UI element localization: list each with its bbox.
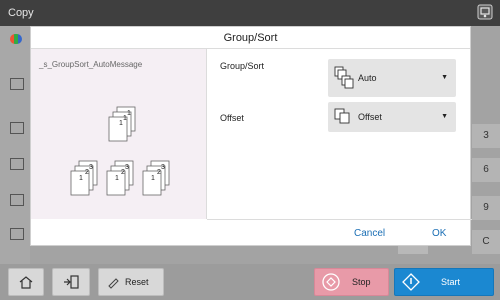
paper-icon[interactable]: [10, 78, 24, 90]
set-page-label: 2: [157, 169, 161, 176]
set-page-label: 3: [125, 164, 129, 171]
set-page-label: 3: [89, 164, 93, 171]
stack-page-label: 1: [123, 115, 127, 122]
group-sort-icon: [334, 66, 354, 89]
chevron-down-icon: ▼: [441, 113, 448, 120]
start-label: Start: [441, 277, 461, 287]
preview-panel: _s_GroupSort_AutoMessage 1 1 1 3 2 1 3 2…: [31, 49, 207, 219]
offset-dropdown[interactable]: Offset ▼: [328, 102, 456, 132]
group-sort-shortcut-icon[interactable]: [10, 228, 24, 240]
user-logout-button[interactable]: [52, 268, 90, 296]
set-page-label: 2: [121, 169, 125, 176]
stop-button[interactable]: Stop: [314, 268, 389, 296]
ok-button[interactable]: OK: [432, 228, 446, 239]
stop-icon: [322, 273, 340, 291]
group-sort-dialog: Group/Sort _s_GroupSort_AutoMessage 1 1 …: [30, 26, 472, 247]
start-icon: [402, 273, 420, 291]
set-page-label: 1: [79, 175, 83, 182]
title-bar: Copy: [0, 0, 500, 26]
reset-button[interactable]: Reset: [98, 268, 164, 296]
group-sort-value: Auto: [358, 73, 377, 83]
stop-label: Stop: [352, 277, 371, 287]
set-page-label: 1: [115, 175, 119, 182]
dialog-footer: Cancel OK: [207, 219, 472, 247]
sort-preview-illustration: 1 1 1 3 2 1 3 2 1 3 2 1: [70, 106, 170, 196]
set-page-label: 1: [151, 175, 155, 182]
background-sidebar: [0, 26, 30, 264]
keypad-key-9[interactable]: 9: [472, 196, 500, 220]
keypad-key-3[interactable]: 3: [472, 124, 500, 148]
reset-icon: [108, 278, 119, 289]
sorted-set-2: 3 2 1: [106, 160, 134, 196]
print-status-icon[interactable]: [476, 3, 494, 21]
stack-page-label: 1: [127, 110, 131, 117]
offset-icon: [334, 108, 350, 124]
app-title: Copy: [8, 7, 34, 19]
offset-value: Offset: [358, 112, 382, 122]
logout-icon: [64, 275, 79, 289]
start-button[interactable]: Start: [394, 268, 494, 296]
home-button[interactable]: [8, 268, 44, 296]
sorted-set-1: 3 2 1: [70, 160, 98, 196]
group-sort-dropdown[interactable]: Auto ▼: [328, 59, 456, 97]
duplex-icon[interactable]: [10, 158, 24, 170]
offset-label: Offset: [220, 113, 244, 123]
stack-page-label: 1: [119, 120, 123, 127]
sorted-set-3: 3 2 1: [142, 160, 170, 196]
keypad-key-6[interactable]: 6: [472, 158, 500, 182]
group-sort-label: Group/Sort: [220, 61, 265, 71]
zoom-icon[interactable]: [10, 122, 24, 134]
single-stack-illustration: 1 1 1: [108, 106, 136, 142]
dialog-title: Group/Sort: [31, 27, 470, 49]
keypad-key-clear[interactable]: C: [472, 230, 500, 254]
cancel-button[interactable]: Cancel: [354, 228, 385, 239]
home-icon: [19, 276, 33, 289]
set-page-label: 3: [161, 164, 165, 171]
chevron-down-icon: ▼: [441, 74, 448, 81]
finishing-icon[interactable]: [10, 194, 24, 206]
reset-label: Reset: [125, 277, 149, 287]
color-mode-icon[interactable]: [10, 34, 22, 44]
set-page-label: 2: [85, 169, 89, 176]
